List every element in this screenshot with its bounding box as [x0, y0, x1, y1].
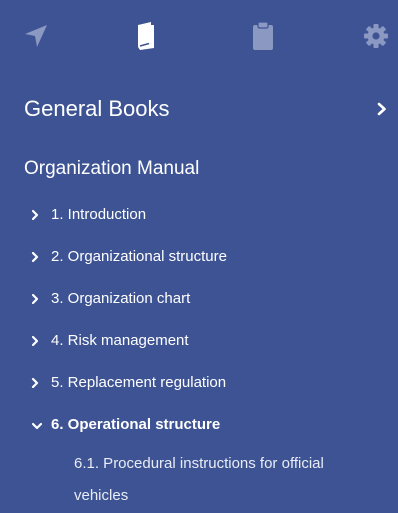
- chevron-right-icon[interactable]: [377, 102, 387, 121]
- clipboard-icon[interactable]: [245, 18, 281, 54]
- table-of-contents: 1. Introduction 2. Organizational struct…: [0, 194, 398, 512]
- chevron-down-icon: [31, 418, 43, 436]
- toc-item-risk-management[interactable]: 4. Risk management: [0, 320, 398, 362]
- toc-item-label: 3. Organization chart: [51, 290, 191, 307]
- chevron-right-icon: [31, 334, 39, 352]
- toc-item-organizational-structure[interactable]: 2. Organizational structure: [0, 236, 398, 278]
- book-icon[interactable]: [128, 18, 164, 54]
- toc-item-organization-chart[interactable]: 3. Organization chart: [0, 278, 398, 320]
- gear-icon[interactable]: [358, 18, 394, 54]
- general-books-title: General Books: [24, 96, 170, 121]
- chevron-right-icon: [31, 376, 39, 394]
- toc-subitem-procedural-instructions[interactable]: 6.1. Procedural instructions for officia…: [0, 446, 398, 512]
- chevron-right-icon: [31, 292, 39, 310]
- toc-item-label: 6. Operational structure: [51, 416, 221, 433]
- toolbar: [0, 0, 398, 76]
- toc-item-label: 2. Organizational structure: [51, 248, 227, 265]
- navigation-icon[interactable]: [18, 18, 54, 54]
- toc-item-label: 1. Introduction: [51, 206, 147, 223]
- toc-item-introduction[interactable]: 1. Introduction: [0, 194, 398, 236]
- manual-title[interactable]: Organization Manual: [24, 157, 199, 181]
- toc-item-replacement-regulation[interactable]: 5. Replacement regulation: [0, 362, 398, 404]
- chevron-right-icon: [31, 208, 39, 226]
- chevron-right-icon: [31, 250, 39, 268]
- toc-item-operational-structure[interactable]: 6. Operational structure: [0, 404, 398, 446]
- general-books-header[interactable]: General Books: [0, 82, 398, 136]
- toc-item-label: 4. Risk management: [51, 332, 189, 349]
- toc-item-label: 5. Replacement regulation: [51, 374, 227, 391]
